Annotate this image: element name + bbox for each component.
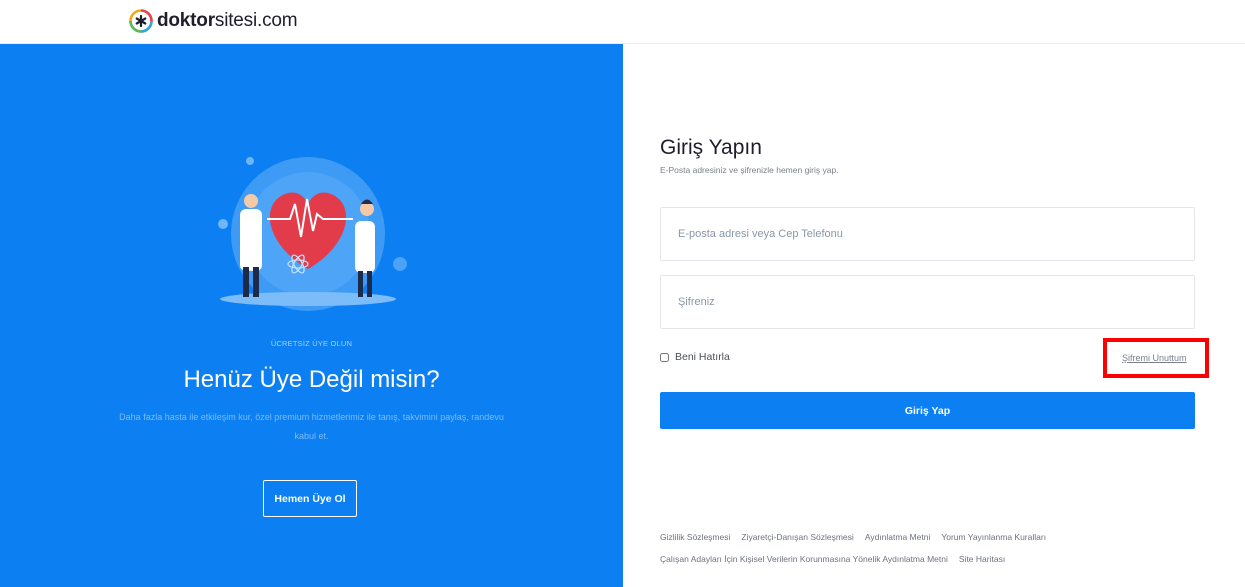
login-title: Giriş Yapın [660, 136, 762, 159]
remember-me-checkbox[interactable] [660, 352, 669, 362]
email-field[interactable] [660, 207, 1195, 261]
forgot-password-link[interactable]: Şifremi Unuttum [1122, 353, 1187, 363]
promo-description: Daha fazla hasta ile etkileşim kur, özel… [119, 412, 504, 441]
logo-icon [129, 9, 153, 33]
login-subtitle: E-Posta adresiniz ve şifrenizle hemen gi… [660, 165, 839, 175]
footer-link-comment-rules[interactable]: Yorum Yayınlanma Kuralları [941, 532, 1046, 542]
login-panel: Giriş Yapın E-Posta adresiniz ve şifreni… [623, 44, 1245, 587]
remember-me-label: Beni Hatırla [675, 351, 730, 363]
remember-me[interactable]: Beni Hatırla [660, 351, 730, 363]
password-field[interactable] [660, 275, 1195, 329]
footer-link-disclosure[interactable]: Aydınlatma Metni [865, 532, 931, 542]
footer-link-privacy[interactable]: Gizlilik Sözleşmesi [660, 532, 730, 542]
footer-link-sitemap[interactable]: Site Haritası [959, 554, 1005, 564]
brand-logo[interactable]: doktorsitesi.com [129, 8, 298, 34]
footer-link-candidate-disclosure[interactable]: Çalışan Adayları İçin Kişisel Verilerin … [660, 554, 948, 564]
top-header: doktorsitesi.com [0, 0, 1245, 44]
footer-link-visitor-agreement[interactable]: Ziyaretçi-Danışan Sözleşmesi [741, 532, 853, 542]
login-submit-button[interactable]: Giriş Yap [660, 392, 1195, 429]
promo-title: Henüz Üye Değil misin? [183, 366, 440, 393]
signup-promo-panel: ÜCRETSİZ ÜYE OLUN Henüz Üye Değil misin?… [0, 44, 623, 587]
logo-text: doktorsitesi.com [157, 10, 298, 31]
promo-eyebrow: ÜCRETSİZ ÜYE OLUN [270, 339, 353, 348]
signup-button[interactable]: Hemen Üye Ol [263, 480, 357, 517]
footer-links: Gizlilik Sözleşmesi Ziyaretçi-Danışan Söz… [660, 526, 1220, 570]
doctors-heart-illustration [218, 157, 407, 311]
